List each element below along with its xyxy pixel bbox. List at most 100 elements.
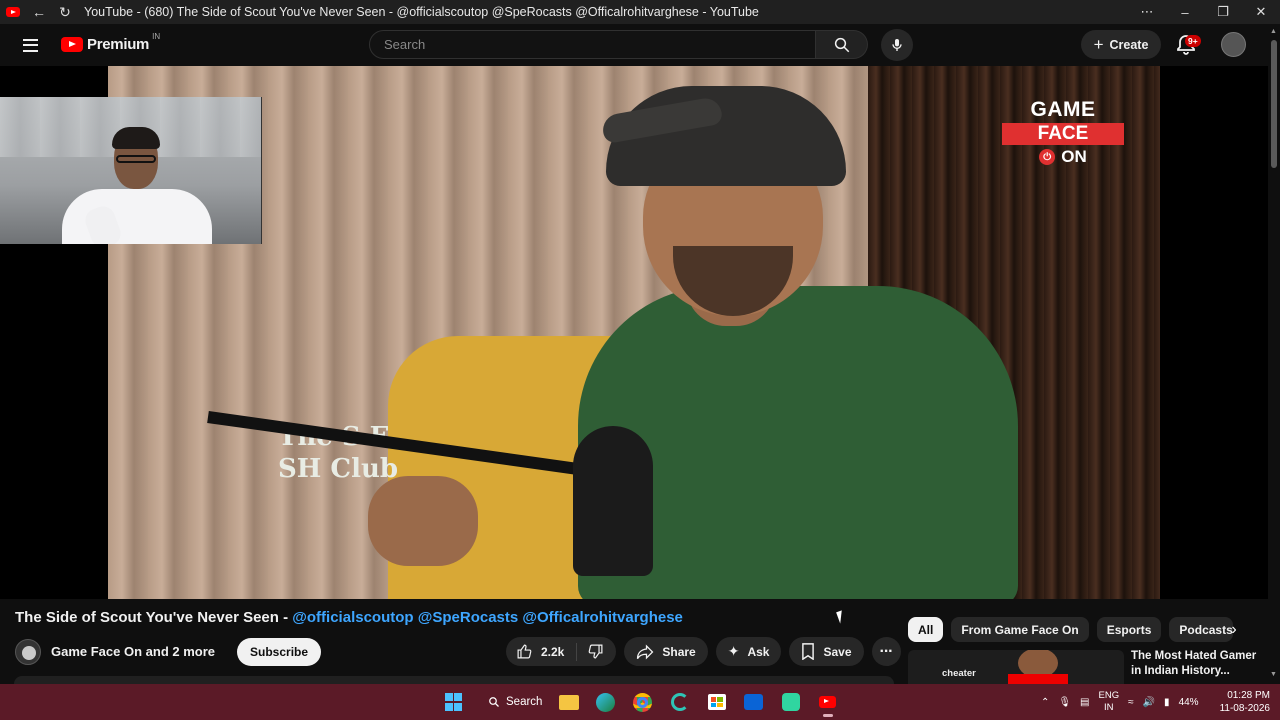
clock-date: 11-08-2026 [1219, 703, 1270, 714]
power-icon: ⏻ [1039, 149, 1056, 165]
watermark-on-text: ON [1061, 147, 1087, 166]
channel-name[interactable]: Game Face On and 2 more [51, 644, 215, 659]
share-label: Share [662, 644, 696, 659]
taskbar-search[interactable]: Search [474, 687, 548, 717]
clock-time: 01:28 PM [1227, 690, 1270, 701]
description-box-edge [14, 676, 894, 684]
youtube-header: Premium IN Search + Create [0, 24, 1280, 66]
microphone-tray-icon[interactable]: 🎙 [1058, 697, 1071, 708]
ellipsis-icon: ··· [879, 642, 894, 660]
chip-from-game-face-on[interactable]: From Game Face On [951, 617, 1089, 642]
system-clock[interactable]: 01:28 PM 11-08-2026 [1220, 689, 1270, 715]
youtube-favicon-icon [0, 0, 26, 24]
channel-row: Game Face On and 2 more Subscribe [15, 637, 322, 666]
watermark-line-face: FACE [1001, 123, 1125, 145]
dislike-button[interactable] [577, 643, 616, 660]
recommendation-thumbnail[interactable]: cheater [908, 650, 1124, 684]
video-title-mentions[interactable]: @officialscoutop @SpeRocasts @Officalroh… [292, 609, 683, 626]
bookmark-icon [802, 643, 815, 660]
battery-percent: 44% [1178, 696, 1199, 708]
thumbs-down-icon [589, 644, 603, 659]
microphone-icon [892, 39, 902, 51]
file-explorer-icon[interactable] [552, 684, 585, 720]
plus-icon: + [1093, 34, 1104, 54]
lang-code: ENG [1098, 690, 1120, 701]
thumbnail-text: cheater [942, 668, 976, 679]
game-face-on-watermark: GAME FACE ⏻ ON [993, 98, 1133, 167]
minimize-button[interactable]: – [1166, 0, 1204, 24]
scroll-down-arrow-icon[interactable]: ▼ [1270, 671, 1277, 678]
create-label: Create [1109, 37, 1149, 52]
chip-esports[interactable]: Esports [1096, 617, 1162, 642]
browser-title-bar: ← ↻ YouTube - (680) The Side of Scout Yo… [0, 0, 1280, 24]
ask-button[interactable]: ✦ Ask [715, 637, 782, 666]
volume-icon[interactable]: 🔊 [1143, 697, 1155, 708]
like-button[interactable]: 2.2k [506, 642, 578, 661]
thumbs-up-icon [517, 644, 532, 659]
battery-icon[interactable]: ▮ [1164, 697, 1170, 708]
back-arrow-icon[interactable]: ← [26, 0, 52, 24]
watermark-line-game: GAME [1030, 98, 1096, 121]
chrome-browser-icon[interactable] [626, 684, 659, 720]
watermark-line-on: ⏻ ON [993, 147, 1133, 167]
search-button[interactable] [816, 30, 868, 59]
save-label: Save [823, 644, 852, 659]
system-tray: ⌃ 🎙 ▤ ENG IN ≈ 🔊 ▮ 44% 01:28 PM 11-08-20… [1041, 684, 1270, 720]
sparkle-icon: ✦ [727, 643, 740, 659]
hamburger-menu-icon[interactable] [20, 34, 42, 56]
edge-browser-icon[interactable] [589, 684, 622, 720]
taskbar-apps: Search [437, 684, 844, 720]
windows-logo-icon [444, 693, 463, 711]
start-button[interactable] [437, 684, 470, 720]
close-button[interactable]: ✕ [1242, 0, 1280, 24]
search-placeholder: Search [384, 37, 426, 52]
related-filter-chips: All From Game Face On Esports Podcasts [908, 617, 1233, 642]
voice-search-button[interactable] [881, 29, 913, 61]
youtube-play-icon [61, 37, 83, 52]
microsoft-store-icon[interactable] [700, 684, 733, 720]
video-title-text: The Side of Scout You've Never Seen - [15, 609, 293, 626]
webcam-overlay [0, 97, 262, 244]
window-title: YouTube - (680) The Side of Scout You've… [84, 5, 759, 19]
scrollbar-thumb[interactable] [1271, 40, 1277, 168]
wifi-icon[interactable]: ≈ [1128, 697, 1134, 708]
share-icon [637, 643, 654, 660]
video-title: The Side of Scout You've Never Seen - @o… [15, 609, 683, 626]
chip-all[interactable]: All [908, 617, 944, 642]
youtube-app-icon[interactable] [811, 684, 844, 720]
video-actions: 2.2k Share ✦ Ask Save ··· [506, 637, 901, 666]
microphone [573, 426, 653, 576]
youtube-premium-logo[interactable]: Premium IN [61, 32, 160, 53]
app-c-icon[interactable] [663, 684, 696, 720]
logo-brand-text: Premium [87, 36, 150, 53]
scroll-up-arrow-icon[interactable]: ▲ [1270, 28, 1277, 35]
mouse-cursor-icon [836, 610, 846, 624]
lang-region: IN [1104, 702, 1114, 713]
account-avatar[interactable] [1221, 32, 1246, 57]
search-icon [489, 697, 499, 707]
chevron-up-icon[interactable]: ⌃ [1041, 697, 1049, 708]
recommendation-title[interactable]: The Most Hated Gamer in Indian History..… [1131, 649, 1261, 683]
channel-avatar[interactable] [15, 638, 41, 665]
chevron-right-icon[interactable]: › [1222, 617, 1246, 642]
taskbar-search-label: Search [506, 696, 543, 708]
reload-icon[interactable]: ↻ [52, 0, 78, 24]
display-icon[interactable]: ▤ [1080, 697, 1089, 708]
subscribe-button[interactable]: Subscribe [237, 637, 322, 666]
notification-badge: 9+ [1185, 35, 1201, 47]
like-dislike-group: 2.2k [506, 637, 617, 666]
more-actions-button[interactable]: ··· [871, 637, 901, 666]
recorder-app-icon[interactable] [774, 684, 807, 720]
maximize-button[interactable]: ❐ [1204, 0, 1242, 24]
search-input[interactable]: Search [369, 30, 816, 59]
search-icon [834, 37, 849, 52]
more-options-icon[interactable]: ⋯ [1128, 0, 1166, 24]
language-indicator[interactable]: ENG IN [1099, 690, 1120, 714]
ask-label: Ask [747, 644, 770, 659]
logo-region: IN [152, 32, 161, 41]
outlook-icon[interactable] [737, 684, 770, 720]
share-button[interactable]: Share [624, 637, 708, 666]
save-button[interactable]: Save [789, 637, 864, 666]
like-count: 2.2k [541, 644, 565, 659]
create-button[interactable]: + Create [1081, 30, 1161, 59]
